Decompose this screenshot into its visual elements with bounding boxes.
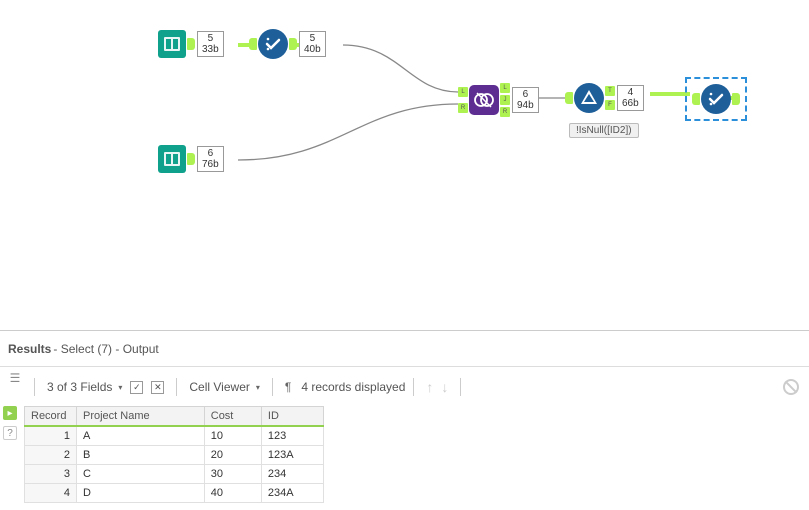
join-output-anchor[interactable]: J — [500, 95, 510, 105]
false-output-anchor[interactable]: F — [605, 100, 615, 110]
data-cell[interactable]: 30 — [204, 465, 261, 484]
table-row[interactable]: 1A10123 — [25, 426, 324, 446]
select-tool-2[interactable] — [690, 82, 742, 116]
data-cell[interactable]: 40 — [204, 484, 261, 503]
data-cell[interactable]: 234A — [261, 484, 323, 503]
separator — [413, 378, 414, 396]
input-tool-1[interactable]: 5 33b — [158, 30, 224, 58]
results-grid[interactable]: RecordProject NameCostID 1A101232B20123A… — [24, 406, 324, 503]
filter-tool[interactable]: T F 4 66b — [565, 83, 644, 113]
select-icon — [701, 84, 731, 114]
input-data-icon — [158, 145, 186, 173]
no-data-icon[interactable] — [783, 379, 799, 395]
table-row[interactable]: 2B20123A — [25, 446, 324, 465]
input-data-icon — [158, 30, 186, 58]
pane-divider[interactable] — [0, 330, 809, 331]
count-value: 6 — [517, 89, 534, 100]
results-toolbar: ☰ 3 of 3 Fields ▾ ✓ ✕ Cell Viewer ▾ ¶ 4 … — [0, 372, 809, 402]
select-icon — [258, 29, 288, 59]
bytes-value: 76b — [202, 159, 219, 170]
record-count-box: 6 94b — [512, 87, 539, 113]
cell-viewer-label: Cell Viewer — [189, 380, 249, 394]
table-row[interactable]: 3C30234 — [25, 465, 324, 484]
separator — [272, 378, 273, 396]
fields-dropdown[interactable]: 3 of 3 Fields ▾ — [43, 378, 126, 396]
results-gutter: ▸ ? — [0, 406, 20, 440]
results-subtitle: - Select (7) - Output — [53, 342, 158, 356]
select-tool-1[interactable]: 5 40b — [249, 29, 326, 59]
cell-viewer-dropdown[interactable]: Cell Viewer ▾ — [185, 378, 263, 396]
check-all-button[interactable]: ✓ — [126, 379, 147, 396]
record-count-box: 4 66b — [617, 85, 644, 111]
output-anchor[interactable] — [289, 38, 297, 50]
workflow-canvas[interactable]: 5 33b 5 40b 6 76b L R — [0, 0, 809, 330]
right-output-anchor[interactable]: R — [500, 107, 510, 117]
output-anchor[interactable] — [187, 38, 195, 50]
bytes-value: 33b — [202, 44, 219, 55]
input-anchor[interactable] — [565, 92, 573, 104]
input-tool-2[interactable]: 6 76b — [158, 145, 224, 173]
list-view-icon[interactable]: ☰ — [10, 371, 21, 385]
count-value: 5 — [202, 33, 219, 44]
records-displayed-label: 4 records displayed — [301, 380, 405, 394]
data-cell[interactable]: 123A — [261, 446, 323, 465]
chevron-down-icon: ▾ — [118, 383, 122, 392]
arrow-down-icon[interactable]: ↓ — [441, 379, 448, 395]
record-cell[interactable]: 4 — [25, 484, 77, 503]
fields-label: 3 of 3 Fields — [47, 380, 112, 394]
join-icon — [469, 85, 499, 115]
bytes-value: 40b — [304, 44, 321, 55]
data-cell[interactable]: 123 — [261, 426, 323, 446]
pilcrow-icon[interactable]: ¶ — [285, 380, 291, 394]
separator — [460, 378, 461, 396]
table-row[interactable]: 4D40234A — [25, 484, 324, 503]
record-cell[interactable]: 3 — [25, 465, 77, 484]
left-output-anchor[interactable]: L — [500, 83, 510, 93]
bytes-value: 66b — [622, 98, 639, 109]
x-box-icon: ✕ — [151, 381, 164, 394]
join-tool[interactable]: L R L J R 6 94b — [458, 83, 539, 117]
data-tab-icon[interactable]: ▸ — [3, 406, 17, 420]
data-cell[interactable]: 10 — [204, 426, 261, 446]
true-output-anchor[interactable]: T — [605, 86, 615, 96]
data-cell[interactable]: A — [77, 426, 205, 446]
results-header: Results - Select (7) - Output — [0, 336, 809, 362]
results-title: Results — [8, 342, 51, 356]
count-value: 4 — [622, 87, 639, 98]
column-header[interactable]: ID — [261, 407, 323, 427]
right-input-anchor[interactable]: R — [458, 103, 468, 113]
data-cell[interactable]: D — [77, 484, 205, 503]
bytes-value: 94b — [517, 100, 534, 111]
record-count-box: 6 76b — [197, 146, 224, 172]
uncheck-all-button[interactable]: ✕ — [147, 379, 168, 396]
data-cell[interactable]: C — [77, 465, 205, 484]
chevron-down-icon: ▾ — [256, 383, 260, 392]
record-count-box: 5 33b — [197, 31, 224, 57]
separator — [176, 378, 177, 396]
filter-icon — [574, 83, 604, 113]
checkbox-icon: ✓ — [130, 381, 143, 394]
wire-layer — [0, 0, 809, 330]
input-anchor[interactable] — [249, 38, 257, 50]
arrow-up-icon[interactable]: ↑ — [426, 379, 433, 395]
column-header[interactable]: Cost — [204, 407, 261, 427]
data-cell[interactable]: B — [77, 446, 205, 465]
data-cell[interactable]: 234 — [261, 465, 323, 484]
column-header[interactable]: Record — [25, 407, 77, 427]
filter-caption: !IsNull([ID2]) — [569, 123, 639, 138]
count-value: 5 — [304, 33, 321, 44]
record-cell[interactable]: 2 — [25, 446, 77, 465]
left-input-anchor[interactable]: L — [458, 87, 468, 97]
column-header[interactable]: Project Name — [77, 407, 205, 427]
input-anchor[interactable] — [692, 93, 700, 105]
record-count-box: 5 40b — [299, 31, 326, 57]
toolbar-divider — [0, 366, 809, 367]
separator — [34, 378, 35, 396]
output-anchor[interactable] — [187, 153, 195, 165]
output-anchor[interactable] — [732, 93, 740, 105]
data-cell[interactable]: 20 — [204, 446, 261, 465]
count-value: 6 — [202, 148, 219, 159]
metadata-tab-icon[interactable]: ? — [3, 426, 17, 440]
record-cell[interactable]: 1 — [25, 426, 77, 446]
